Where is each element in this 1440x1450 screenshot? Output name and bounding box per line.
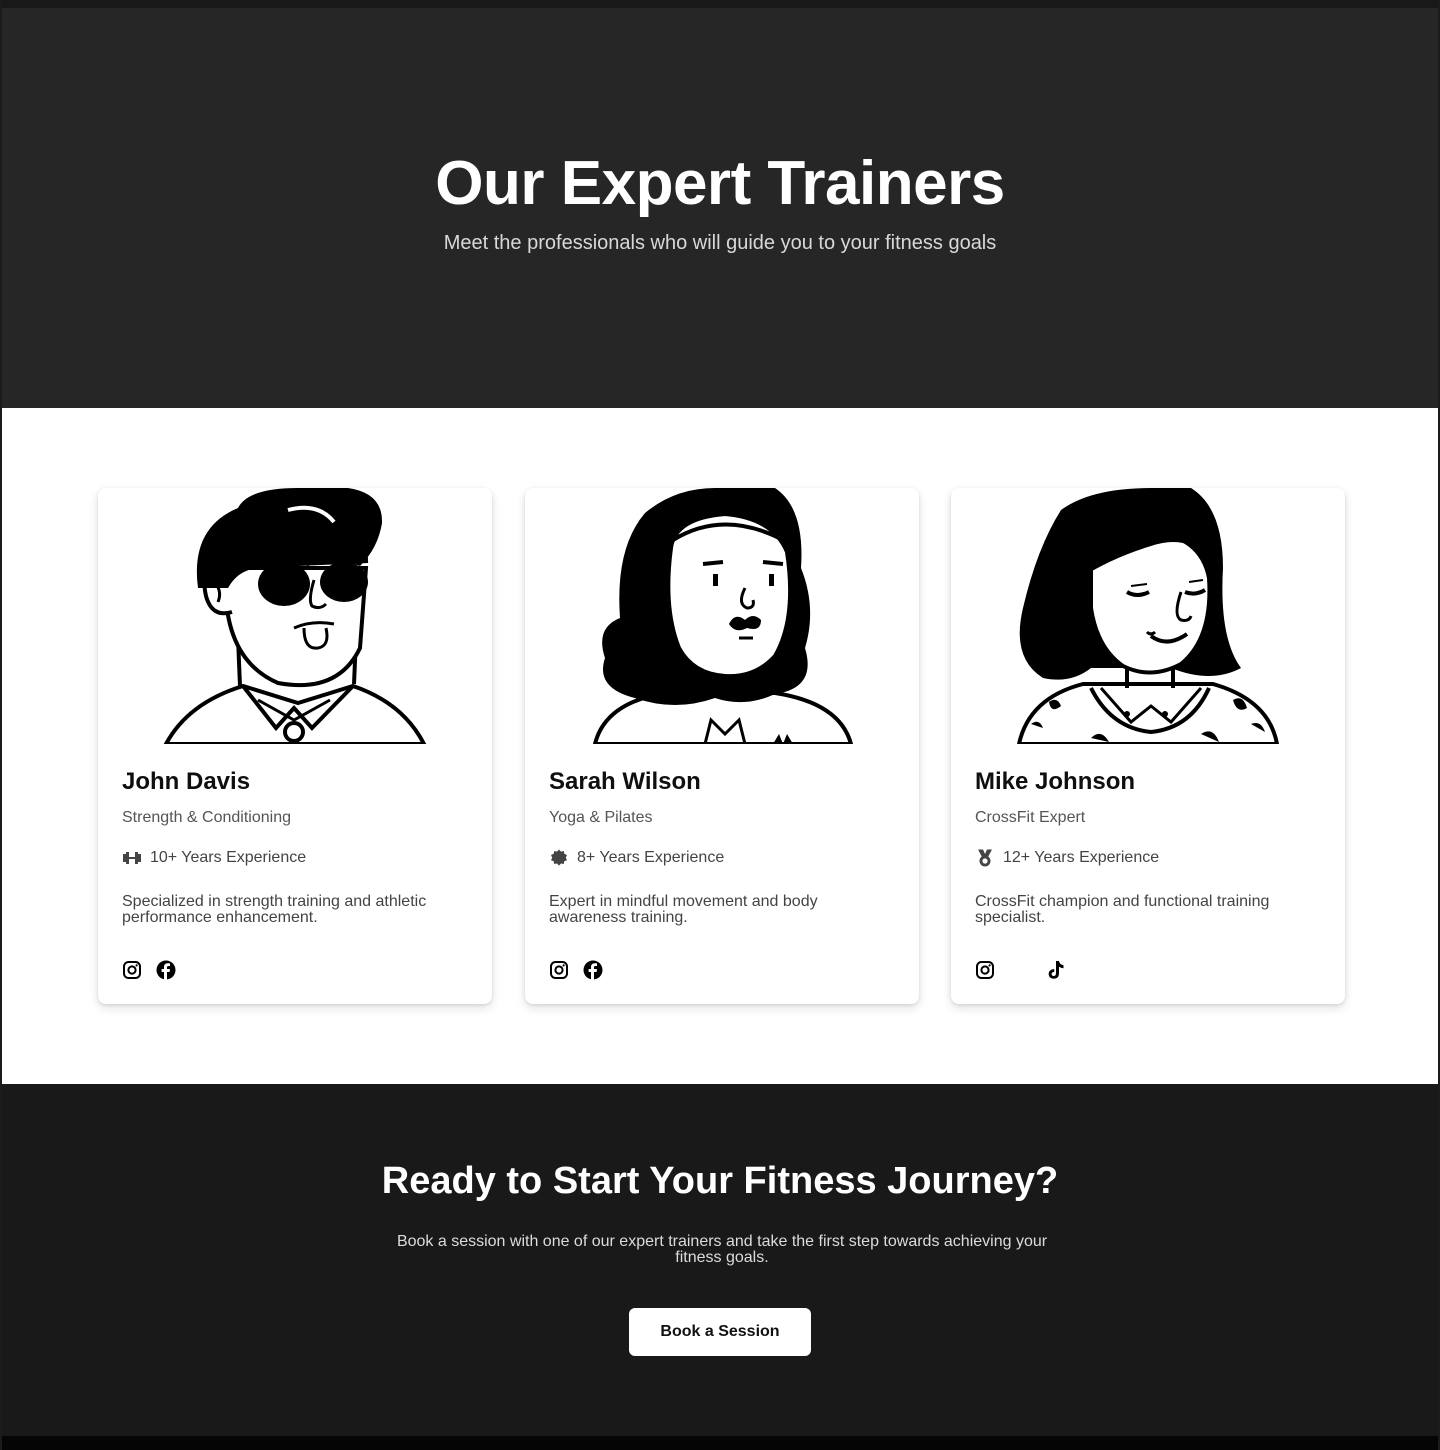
trainer-portrait-mike-johnson bbox=[951, 488, 1345, 744]
trainer-card-john-davis: John Davis Strength & Conditioning 10+ Y… bbox=[98, 488, 492, 1004]
trainer-cards: John Davis Strength & Conditioning 10+ Y… bbox=[98, 488, 1346, 1004]
bottom-bar bbox=[2, 1436, 1438, 1450]
trainer-card-mike-johnson: Mike Johnson CrossFit Expert 12+ Years E… bbox=[951, 488, 1345, 1004]
trainer-specialty: Strength & Conditioning bbox=[122, 809, 291, 826]
trainer-name: Sarah Wilson bbox=[549, 768, 701, 795]
trainer-name: John Davis bbox=[122, 768, 251, 795]
cta-section: Ready to Start Your Fitness Journey? Boo… bbox=[2, 1084, 1438, 1436]
trainer-specialty: CrossFit Expert bbox=[975, 809, 1086, 826]
tiktok-icon[interactable] bbox=[1046, 960, 1066, 980]
facebook-icon[interactable] bbox=[156, 960, 176, 980]
trainer-experience: 10+ Years Experience bbox=[122, 849, 306, 867]
trainer-card-sarah-wilson: Sarah Wilson Yoga & Pilates 8+ Years Exp… bbox=[525, 488, 919, 1004]
trainer-description: Specialized in strength training and ath… bbox=[122, 893, 427, 926]
trainer-description: Expert in mindful movement and body awar… bbox=[549, 893, 818, 926]
book-session-button[interactable]: Book a Session bbox=[629, 1308, 811, 1356]
facebook-icon[interactable] bbox=[583, 960, 603, 980]
trainer-portrait-john-davis bbox=[98, 488, 492, 744]
trainer-specialty: Yoga & Pilates bbox=[549, 809, 653, 826]
trainer-experience: 12+ Years Experience bbox=[975, 849, 1159, 867]
trainer-description: CrossFit champion and functional trainin… bbox=[975, 893, 1270, 926]
hero-section: Our Expert Trainers Meet the professiona… bbox=[2, 8, 1438, 408]
trainer-experience: 8+ Years Experience bbox=[549, 849, 724, 867]
experience-text: 8+ Years Experience bbox=[577, 849, 725, 866]
instagram-icon[interactable] bbox=[122, 960, 142, 980]
badge-icon bbox=[549, 849, 569, 867]
page: Our Expert Trainers Meet the professiona… bbox=[0, 0, 1440, 1450]
hero-title: Our Expert Trainers bbox=[435, 149, 1005, 218]
experience-text: 10+ Years Experience bbox=[150, 849, 307, 866]
instagram-icon[interactable] bbox=[975, 960, 995, 980]
cta-title: Ready to Start Your Fitness Journey? bbox=[381, 1160, 1059, 1202]
dumbbell-icon bbox=[122, 849, 142, 867]
experience-text: 12+ Years Experience bbox=[1003, 849, 1160, 866]
trainer-portrait-sarah-wilson bbox=[525, 488, 919, 744]
hero-subtitle: Meet the professionals who will guide yo… bbox=[443, 232, 997, 254]
medal-icon bbox=[975, 849, 995, 867]
trainer-socials bbox=[975, 960, 1175, 982]
instagram-icon[interactable] bbox=[549, 960, 569, 980]
top-bar bbox=[2, 0, 1438, 8]
cta-text: Book a session with one of our expert tr… bbox=[396, 1233, 1048, 1266]
trainer-socials bbox=[122, 960, 322, 982]
trainer-socials bbox=[549, 960, 749, 982]
trainer-name: Mike Johnson bbox=[975, 768, 1136, 795]
